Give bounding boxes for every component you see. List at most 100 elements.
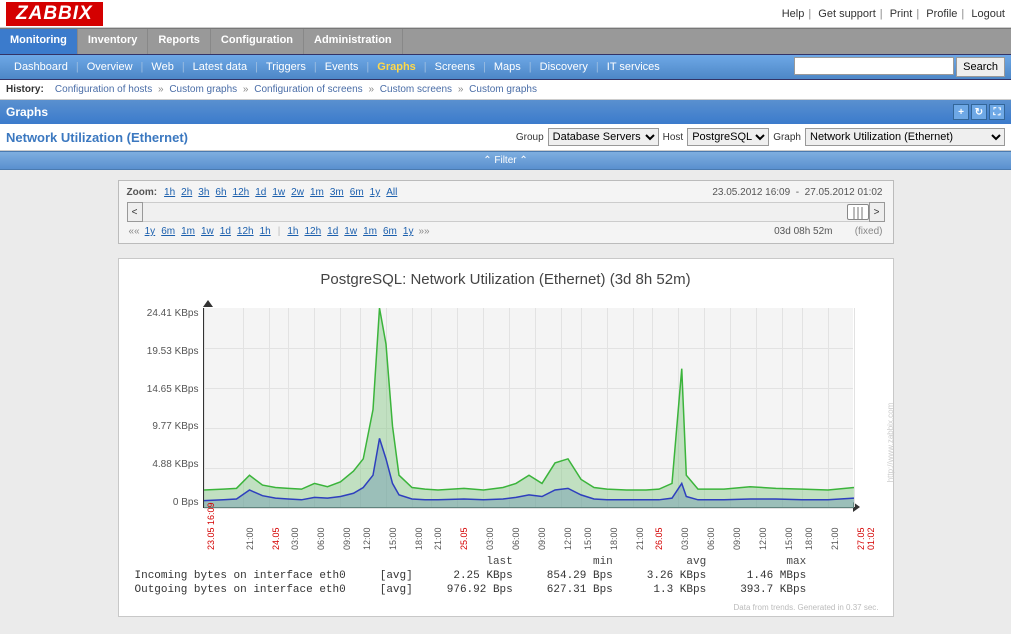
add-favorite-icon[interactable]: + bbox=[953, 104, 969, 120]
sub-nav: Dashboard|Overview|Web|Latest data|Trigg… bbox=[0, 54, 1011, 80]
history-label: History: bbox=[6, 84, 44, 95]
y-tick: 0 Bps bbox=[173, 497, 199, 508]
breadcrumb[interactable]: Configuration of screens bbox=[254, 84, 362, 95]
time-slider: < > bbox=[127, 202, 885, 222]
top-links: Help| Get support| Print| Profile| Logou… bbox=[782, 8, 1005, 20]
x-tick: 09:00 bbox=[342, 527, 352, 550]
time-next-button[interactable]: > bbox=[869, 202, 885, 222]
legend-header: avg bbox=[631, 556, 722, 568]
filter-collapse-icon: ⌃ bbox=[483, 155, 491, 166]
group-select[interactable]: Database Servers bbox=[548, 128, 659, 146]
zoom-1y[interactable]: 1y bbox=[370, 187, 381, 198]
host-select[interactable]: PostgreSQL bbox=[687, 128, 769, 146]
move-right-12h[interactable]: 12h bbox=[304, 226, 321, 237]
sub-nav-latest-data[interactable]: Latest data bbox=[185, 61, 255, 73]
move-left-1y[interactable]: 1y bbox=[145, 226, 156, 237]
x-tick: 15:00 bbox=[583, 527, 593, 550]
zoom-1w[interactable]: 1w bbox=[272, 187, 285, 198]
search-input[interactable] bbox=[794, 57, 954, 75]
sub-nav-screens[interactable]: Screens bbox=[427, 61, 483, 73]
x-tick: 03:00 bbox=[485, 527, 495, 550]
zoom-1d[interactable]: 1d bbox=[255, 187, 266, 198]
y-tick: 24.41 KBps bbox=[147, 308, 199, 319]
zoom-All[interactable]: All bbox=[386, 187, 397, 198]
time-fixed: (fixed) bbox=[855, 226, 883, 237]
move-right-1w[interactable]: 1w bbox=[344, 226, 357, 237]
sub-nav-dashboard[interactable]: Dashboard bbox=[6, 61, 76, 73]
zoom-6h[interactable]: 6h bbox=[215, 187, 226, 198]
range-from: 23.05.2012 16:09 bbox=[712, 187, 790, 198]
breadcrumb[interactable]: Configuration of hosts bbox=[55, 84, 152, 95]
main-nav-reports[interactable]: Reports bbox=[148, 29, 211, 54]
search-button[interactable]: Search bbox=[956, 57, 1005, 77]
zoom-1h[interactable]: 1h bbox=[164, 187, 175, 198]
main-nav-monitoring[interactable]: Monitoring bbox=[0, 29, 78, 54]
x-tick: 06:00 bbox=[511, 527, 521, 550]
graph-label: Graph bbox=[773, 132, 801, 143]
brand-logo: ZABBIX bbox=[6, 2, 103, 26]
host-label: Host bbox=[663, 132, 684, 143]
move-right-6m[interactable]: 6m bbox=[383, 226, 397, 237]
page-title-bar: Network Utilization (Ethernet) Group Dat… bbox=[0, 124, 1011, 151]
time-slider-track[interactable] bbox=[143, 202, 869, 222]
time-duration: 03d 08h 52m bbox=[774, 226, 832, 237]
x-tick: 18:00 bbox=[609, 527, 619, 550]
move-left-1d[interactable]: 1d bbox=[220, 226, 231, 237]
print-link[interactable]: Print bbox=[890, 8, 913, 20]
sub-nav-it-services[interactable]: IT services bbox=[599, 61, 668, 73]
main-nav-administration[interactable]: Administration bbox=[304, 29, 403, 54]
y-tick: 14.65 KBps bbox=[147, 384, 199, 395]
sub-nav-web[interactable]: Web bbox=[143, 61, 181, 73]
fullscreen-icon[interactable]: ⛶ bbox=[989, 104, 1005, 120]
time-slider-handle[interactable] bbox=[847, 204, 869, 220]
profile-link[interactable]: Profile bbox=[926, 8, 957, 20]
move-left-12h[interactable]: 12h bbox=[237, 226, 254, 237]
time-range: 23.05.2012 16:09 - 27.05.2012 01:02 bbox=[712, 187, 882, 198]
main-nav-configuration[interactable]: Configuration bbox=[211, 29, 304, 54]
sub-nav-triggers[interactable]: Triggers bbox=[258, 61, 314, 73]
chart-watermark: http://www.zabbix.com bbox=[886, 402, 895, 482]
sub-nav-graphs[interactable]: Graphs bbox=[369, 61, 424, 73]
zoom-2h[interactable]: 2h bbox=[181, 187, 192, 198]
move-left-1w[interactable]: 1w bbox=[201, 226, 214, 237]
sub-nav-discovery[interactable]: Discovery bbox=[532, 61, 596, 73]
sub-nav-events[interactable]: Events bbox=[317, 61, 367, 73]
move-right-1h[interactable]: 1h bbox=[287, 226, 298, 237]
group-label: Group bbox=[516, 132, 544, 143]
zoom-12h[interactable]: 12h bbox=[233, 187, 250, 198]
zoom-6m[interactable]: 6m bbox=[350, 187, 364, 198]
time-move-row: «« 1y6m1m1w1d12h1h | 1h12h1d1w1m6m1y »» bbox=[127, 226, 885, 237]
sub-nav-overview[interactable]: Overview bbox=[79, 61, 141, 73]
search-box: Search bbox=[794, 57, 1005, 77]
move-right-1y[interactable]: 1y bbox=[403, 226, 414, 237]
legend-row: Outgoing bytes on interface eth0[avg]976… bbox=[135, 584, 823, 596]
move-right-1m[interactable]: 1m bbox=[363, 226, 377, 237]
move-left-1m[interactable]: 1m bbox=[181, 226, 195, 237]
breadcrumb[interactable]: Custom screens bbox=[380, 84, 452, 95]
x-tick: 24.05 bbox=[271, 527, 281, 550]
refresh-icon[interactable]: ↻ bbox=[971, 104, 987, 120]
time-prev-button[interactable]: < bbox=[127, 202, 143, 222]
x-tick: 03:00 bbox=[680, 527, 690, 550]
move-left-1h[interactable]: 1h bbox=[260, 226, 271, 237]
main-nav: MonitoringInventoryReportsConfigurationA… bbox=[0, 28, 1011, 54]
breadcrumb[interactable]: Custom graphs bbox=[469, 84, 537, 95]
move-right-1d[interactable]: 1d bbox=[327, 226, 338, 237]
zoom-1m[interactable]: 1m bbox=[310, 187, 324, 198]
breadcrumb[interactable]: Custom graphs bbox=[169, 84, 237, 95]
move-left-6m[interactable]: 6m bbox=[161, 226, 175, 237]
header-tools: + ↻ ⛶ bbox=[953, 104, 1005, 120]
zoom-3h[interactable]: 3h bbox=[198, 187, 209, 198]
support-link[interactable]: Get support bbox=[818, 8, 875, 20]
zoom-2w[interactable]: 2w bbox=[291, 187, 304, 198]
y-tick: 19.53 KBps bbox=[147, 346, 199, 357]
sub-nav-maps[interactable]: Maps bbox=[486, 61, 529, 73]
x-tick: 27.05 01:02 bbox=[856, 527, 876, 550]
logout-link[interactable]: Logout bbox=[971, 8, 1005, 20]
filter-bar[interactable]: ⌃ Filter ⌃ bbox=[0, 151, 1011, 170]
graph-select[interactable]: Network Utilization (Ethernet) bbox=[805, 128, 1005, 146]
main-nav-inventory[interactable]: Inventory bbox=[78, 29, 149, 54]
zoom-3m[interactable]: 3m bbox=[330, 187, 344, 198]
help-link[interactable]: Help bbox=[782, 8, 805, 20]
move-left-icon: «« bbox=[129, 226, 140, 237]
